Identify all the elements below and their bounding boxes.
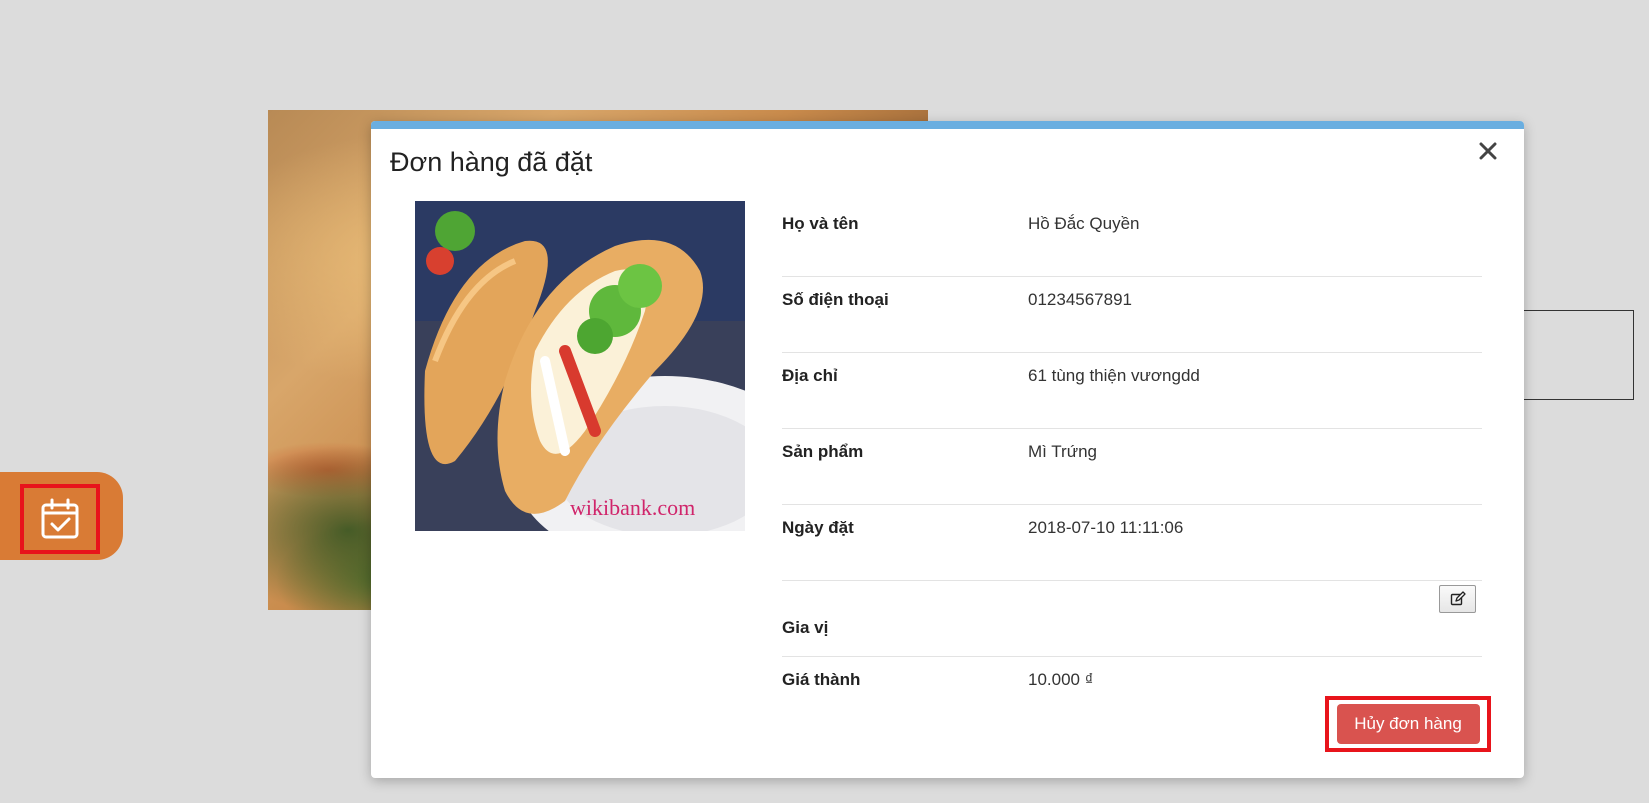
phone-label: Số điện thoại bbox=[782, 290, 889, 309]
background-outline-box bbox=[1520, 310, 1634, 400]
address-label: Địa chỉ bbox=[782, 366, 838, 385]
modal-title: Đơn hàng đã đặt bbox=[390, 147, 593, 177]
cancel-order-highlight: Hủy đơn hàng bbox=[1325, 696, 1491, 752]
price-value: 10.000 ₫ bbox=[1028, 670, 1094, 689]
address-value: 61 tùng thiện vươngdd bbox=[1028, 366, 1200, 385]
orders-tab-button[interactable] bbox=[20, 484, 100, 554]
close-button[interactable] bbox=[1476, 139, 1500, 163]
spice-label: Gia vị bbox=[782, 618, 829, 637]
cancel-order-button[interactable]: Hủy đơn hàng bbox=[1336, 704, 1480, 744]
detail-row-name: Họ và tên Hồ Đắc Quyền bbox=[782, 201, 1482, 277]
product-value: Mì Trứng bbox=[1028, 442, 1098, 461]
detail-row-phone: Số điện thoại 01234567891 bbox=[782, 277, 1482, 353]
order-details: Họ và tên Hồ Đắc Quyền Số điện thoại 012… bbox=[782, 201, 1482, 733]
calendar-check-icon bbox=[41, 498, 79, 539]
phone-value: 01234567891 bbox=[1028, 290, 1133, 309]
order-date-label: Ngày đặt bbox=[782, 518, 854, 537]
edit-spice-button[interactable] bbox=[1439, 585, 1476, 613]
name-value: Hồ Đắc Quyền bbox=[1028, 214, 1140, 233]
price-label: Giá thành bbox=[782, 670, 861, 689]
floating-orders-tab bbox=[0, 472, 123, 560]
banh-mi-illustration: wikibank.com bbox=[415, 201, 745, 531]
product-image: wikibank.com bbox=[415, 201, 745, 531]
detail-row-product: Sản phẩm Mì Trứng bbox=[782, 429, 1482, 505]
detail-row-order-date: Ngày đặt 2018-07-10 11:11:06 bbox=[782, 505, 1482, 581]
photo-watermark: wikibank.com bbox=[570, 495, 695, 520]
name-label: Họ và tên bbox=[782, 214, 859, 233]
close-icon bbox=[1479, 142, 1497, 160]
product-label: Sản phẩm bbox=[782, 442, 864, 461]
detail-row-address: Địa chỉ 61 tùng thiện vươngdd bbox=[782, 353, 1482, 429]
detail-row-spice: Gia vị bbox=[782, 581, 1482, 657]
order-modal: Đơn hàng đã đặt wikibank.com Họ và tên H… bbox=[371, 121, 1524, 778]
order-date-value: 2018-07-10 11:11:06 bbox=[1028, 518, 1184, 537]
edit-icon bbox=[1450, 591, 1466, 606]
modal-top-bar bbox=[371, 121, 1524, 129]
